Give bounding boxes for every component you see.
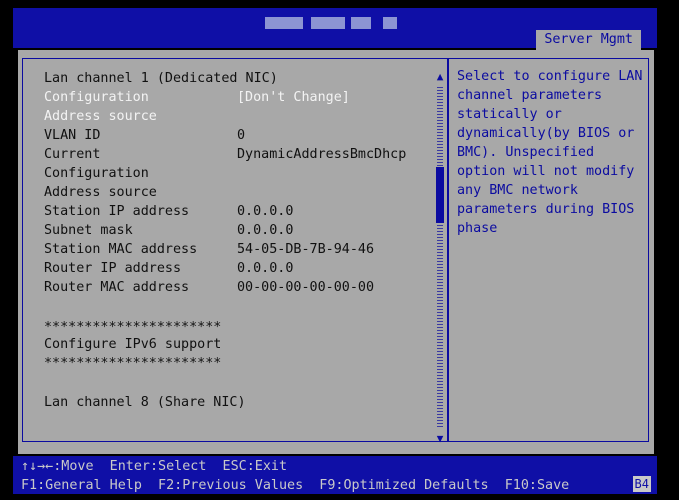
setting-value: 0.0.0.0 [237,223,294,238]
setting-label: Configuration [44,166,149,181]
help-text: Select to configure LAN channel paramete… [457,69,643,236]
setting-label: Current [44,147,101,162]
version-badge: B4 [632,476,651,492]
setting-label: Configure IPv6 support [44,337,222,352]
setting-label: Station IP address [44,204,190,219]
setting-label: VLAN ID [44,128,101,143]
setting-value: DynamicAddressBmcDhcp [237,147,407,162]
settings-list-frame: Lan channel 1 (Dedicated NIC) Configurati… [22,58,448,445]
scroll-down-arrow-icon[interactable]: ▼ [435,433,445,445]
footer-bar: ↑↓→←:Move Enter:Select ESC:Exit F1:Gener… [13,456,657,494]
setting-label: Station MAC address [44,242,198,257]
setting-value: 00-00-00-00-00-00 [237,280,375,295]
footer-keys-line-2: F1:General Help F2:Previous Values F9:Op… [21,478,570,493]
setting-label: Configuration [44,90,149,105]
setting-value: 0.0.0.0 [237,204,294,219]
main-panel: Lan channel 1 (Dedicated NIC) Configurati… [18,50,654,454]
setting-label: Lan channel 1 (Dedicated NIC) [44,71,278,86]
setting-value: 0 [237,128,246,143]
scroll-up-arrow-icon[interactable]: ▲ [435,71,445,83]
bios-screen: Server Mgmt Lan channel 1 (Dedicated NIC… [13,8,657,494]
scroll-track[interactable] [437,87,443,429]
footer-keys-line-1: ↑↓→←:Move Enter:Select ESC:Exit [21,459,288,474]
setting-label: ********************** [44,356,222,371]
setting-value: 54-05-DB-7B-94-46 [237,242,375,257]
setting-label: Address source [44,185,157,200]
setting-value: 0.0.0.0 [237,261,294,276]
header-bar: Server Mgmt [13,8,657,50]
scroll-thumb[interactable] [436,167,444,223]
setting-label: Address source [44,109,157,124]
setting-value[interactable]: [Don't Change] [237,88,350,107]
bios-title-blurred [265,17,401,29]
scrollbar[interactable]: ▲ ▼ [435,71,445,445]
setting-label: Subnet mask [44,223,133,238]
setting-label: Router IP address [44,261,182,276]
help-panel: Select to configure LAN channel paramete… [447,58,649,442]
setting-label: Lan channel 8 (Share NIC) [44,395,246,410]
tab-server-mgmt[interactable]: Server Mgmt [536,30,641,50]
setting-label: Router MAC address [44,280,190,295]
